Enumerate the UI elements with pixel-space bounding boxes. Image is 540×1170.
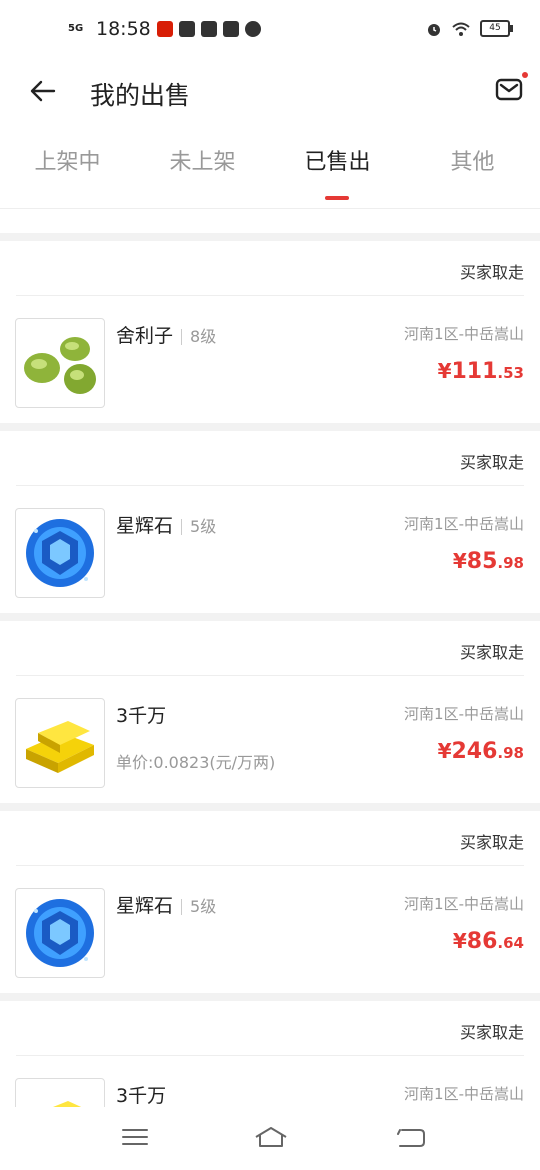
order-status: 买家取走 bbox=[459, 1023, 524, 1042]
item-level: 5级 bbox=[190, 517, 217, 536]
item-server: 河南1区-中岳嵩山 bbox=[404, 515, 524, 533]
divider bbox=[16, 485, 524, 486]
price-symbol: ¥ bbox=[437, 359, 452, 383]
item-name: 星辉石 bbox=[116, 895, 174, 917]
item-name-row: 星辉石 5级 bbox=[116, 891, 216, 918]
tab-sold[interactable]: 已售出 bbox=[270, 144, 405, 176]
price-integer: 86 bbox=[466, 929, 498, 954]
divider bbox=[16, 865, 524, 866]
item-level: 8级 bbox=[190, 327, 217, 346]
system-nav-bar bbox=[0, 1107, 540, 1170]
status-time: 18:58 bbox=[96, 18, 151, 40]
price-decimal: .53 bbox=[497, 364, 524, 382]
item-thumbnail[interactable] bbox=[15, 508, 105, 598]
price-integer: 85 bbox=[466, 549, 498, 574]
battery-icon: 45 bbox=[480, 20, 513, 37]
list-top-strip bbox=[0, 209, 540, 241]
header: 我的出售 bbox=[0, 60, 540, 126]
active-tab-indicator bbox=[325, 196, 349, 200]
notification-compass-icon bbox=[244, 21, 261, 37]
order-card[interactable]: 买家取走 舍利子 8级 河南1区-中岳嵩山 ¥111.53 bbox=[0, 241, 540, 431]
item-server: 河南1区-中岳嵩山 bbox=[404, 1085, 524, 1103]
notification-app-icon bbox=[222, 21, 239, 37]
blue-gem-icon bbox=[26, 519, 94, 587]
item-name-row: 星辉石 5级 bbox=[116, 511, 216, 538]
order-status: 买家取走 bbox=[459, 263, 524, 282]
price-decimal: .64 bbox=[497, 934, 524, 952]
item-name: 3千万 bbox=[116, 1085, 167, 1107]
price-integer: 111 bbox=[451, 359, 498, 384]
price-integer: 246 bbox=[451, 739, 498, 764]
divider bbox=[16, 295, 524, 296]
item-name-row: 舍利子 8级 bbox=[116, 321, 216, 348]
separator bbox=[181, 518, 183, 535]
wifi-icon bbox=[452, 22, 470, 36]
status-bar: 5G 18:58 45 bbox=[0, 0, 540, 60]
tab-unlisted[interactable]: 未上架 bbox=[135, 144, 270, 176]
item-name: 舍利子 bbox=[116, 325, 174, 347]
separator bbox=[181, 898, 183, 915]
page-title: 我的出售 bbox=[90, 81, 191, 110]
tab-other[interactable]: 其他 bbox=[405, 144, 540, 176]
item-server: 河南1区-中岳嵩山 bbox=[404, 895, 524, 913]
notification-app-icon bbox=[156, 21, 173, 37]
price-symbol: ¥ bbox=[452, 549, 467, 573]
order-card[interactable]: 买家取走 3千万 单价:0.0823(元/万两) 河南1区-中岳嵩山 ¥246.… bbox=[0, 621, 540, 811]
order-status: 买家取走 bbox=[459, 643, 524, 662]
gold-bars-icon bbox=[26, 721, 94, 773]
sarira-icon bbox=[24, 337, 96, 394]
item-server: 河南1区-中岳嵩山 bbox=[404, 705, 524, 723]
item-thumbnail[interactable] bbox=[15, 318, 105, 408]
price-decimal: .98 bbox=[497, 744, 524, 762]
price-symbol: ¥ bbox=[437, 739, 452, 763]
price-symbol: ¥ bbox=[452, 929, 467, 953]
order-card[interactable]: 买家取走 星辉石 5级 河南1区-中岳嵩山 ¥85.98 bbox=[0, 431, 540, 621]
divider bbox=[16, 675, 524, 676]
item-thumbnail[interactable] bbox=[15, 698, 105, 788]
order-card[interactable]: 买家取走 星辉石 5级 河南1区-中岳嵩山 ¥86.64 bbox=[0, 811, 540, 1001]
alarm-icon bbox=[428, 23, 440, 36]
unread-badge-dot bbox=[522, 72, 528, 78]
tab-bar: 上架中 未上架 已售出 其他 bbox=[0, 126, 540, 209]
status-bar-left: 5G 18:58 bbox=[68, 18, 261, 40]
item-price: ¥86.64 bbox=[453, 929, 524, 954]
notification-mail-icon bbox=[200, 21, 217, 37]
back-arrow-icon[interactable] bbox=[28, 76, 58, 106]
separator bbox=[181, 328, 183, 345]
item-price: ¥85.98 bbox=[453, 549, 524, 574]
notification-mail-icon bbox=[178, 21, 195, 37]
order-status: 买家取走 bbox=[459, 833, 524, 852]
blue-gem-icon bbox=[26, 899, 94, 967]
item-level: 5级 bbox=[190, 897, 217, 916]
home-icon[interactable] bbox=[254, 1125, 288, 1149]
network-indicator: 5G bbox=[68, 23, 84, 34]
item-thumbnail[interactable] bbox=[15, 888, 105, 978]
back-icon[interactable] bbox=[396, 1125, 426, 1149]
status-bar-right: 45 bbox=[426, 20, 513, 37]
divider bbox=[16, 1055, 524, 1056]
sold-orders-list[interactable]: 买家取走 舍利子 8级 河南1区-中岳嵩山 ¥111.53 买家取走 星辉石 5… bbox=[0, 209, 540, 1107]
price-decimal: .98 bbox=[497, 554, 524, 572]
item-price: ¥246.98 bbox=[438, 739, 524, 764]
item-unit-price: 单价:0.0823(元/万两) bbox=[116, 753, 276, 772]
tab-listed[interactable]: 上架中 bbox=[0, 144, 135, 176]
order-status: 买家取走 bbox=[459, 453, 524, 472]
gold-bars-icon bbox=[53, 1101, 82, 1107]
item-thumbnail[interactable] bbox=[15, 1078, 105, 1107]
message-mail-icon[interactable] bbox=[494, 74, 524, 104]
item-server: 河南1区-中岳嵩山 bbox=[404, 325, 524, 343]
item-name: 3千万 bbox=[116, 705, 167, 727]
item-price: ¥111.53 bbox=[438, 359, 524, 384]
item-name: 星辉石 bbox=[116, 515, 174, 537]
menu-icon[interactable] bbox=[120, 1125, 150, 1149]
order-card[interactable]: 买家取走 3千万 河南1区-中岳嵩山 bbox=[0, 1001, 540, 1107]
